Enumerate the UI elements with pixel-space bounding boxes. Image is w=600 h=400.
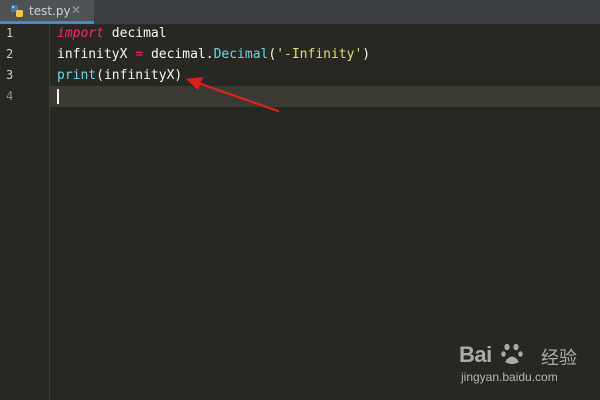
code-line-2: infinityX = decimal.Decimal('-Infinity') [57,44,370,65]
line-number: 3 [6,68,14,82]
variable-name: infinityX [57,47,128,62]
tab-label: test.py [29,4,71,18]
keyword-import: import [57,26,104,41]
line-number-current: 4 [6,89,14,103]
text-caret [57,89,59,104]
builtin-print: print [57,68,97,83]
python-file-icon [11,5,23,17]
line-number: 1 [6,26,14,40]
code-line-1: import decimal [57,23,167,44]
watermark-brand: Bai [459,342,492,367]
paw-icon [501,343,523,364]
baidu-jingyan-watermark: Bai 经验 jingyan.baidu.com [455,340,595,390]
class-name: Decimal [213,47,269,62]
watermark-url: jingyan.baidu.com [461,370,558,384]
watermark-brand-cn: 经验 [541,348,577,369]
editor-tab-bar: test.py ✕ [0,0,600,25]
paren-close: ) [362,47,371,62]
current-line-highlight [0,86,600,107]
module-name: decimal [103,26,167,41]
tab-test-py[interactable]: test.py ✕ [0,0,94,24]
code-line-3: print(infinityX) [57,65,182,86]
assign-operator: = [127,47,151,62]
line-number: 2 [6,47,14,61]
close-icon[interactable]: ✕ [71,3,81,17]
line-number-gutter: 1 2 3 4 [0,25,50,400]
module-ref: decimal. [150,47,214,62]
call-args: (infinityX) [96,68,183,83]
paren-open: ( [268,47,277,62]
string-literal: '-Infinity' [276,47,363,62]
